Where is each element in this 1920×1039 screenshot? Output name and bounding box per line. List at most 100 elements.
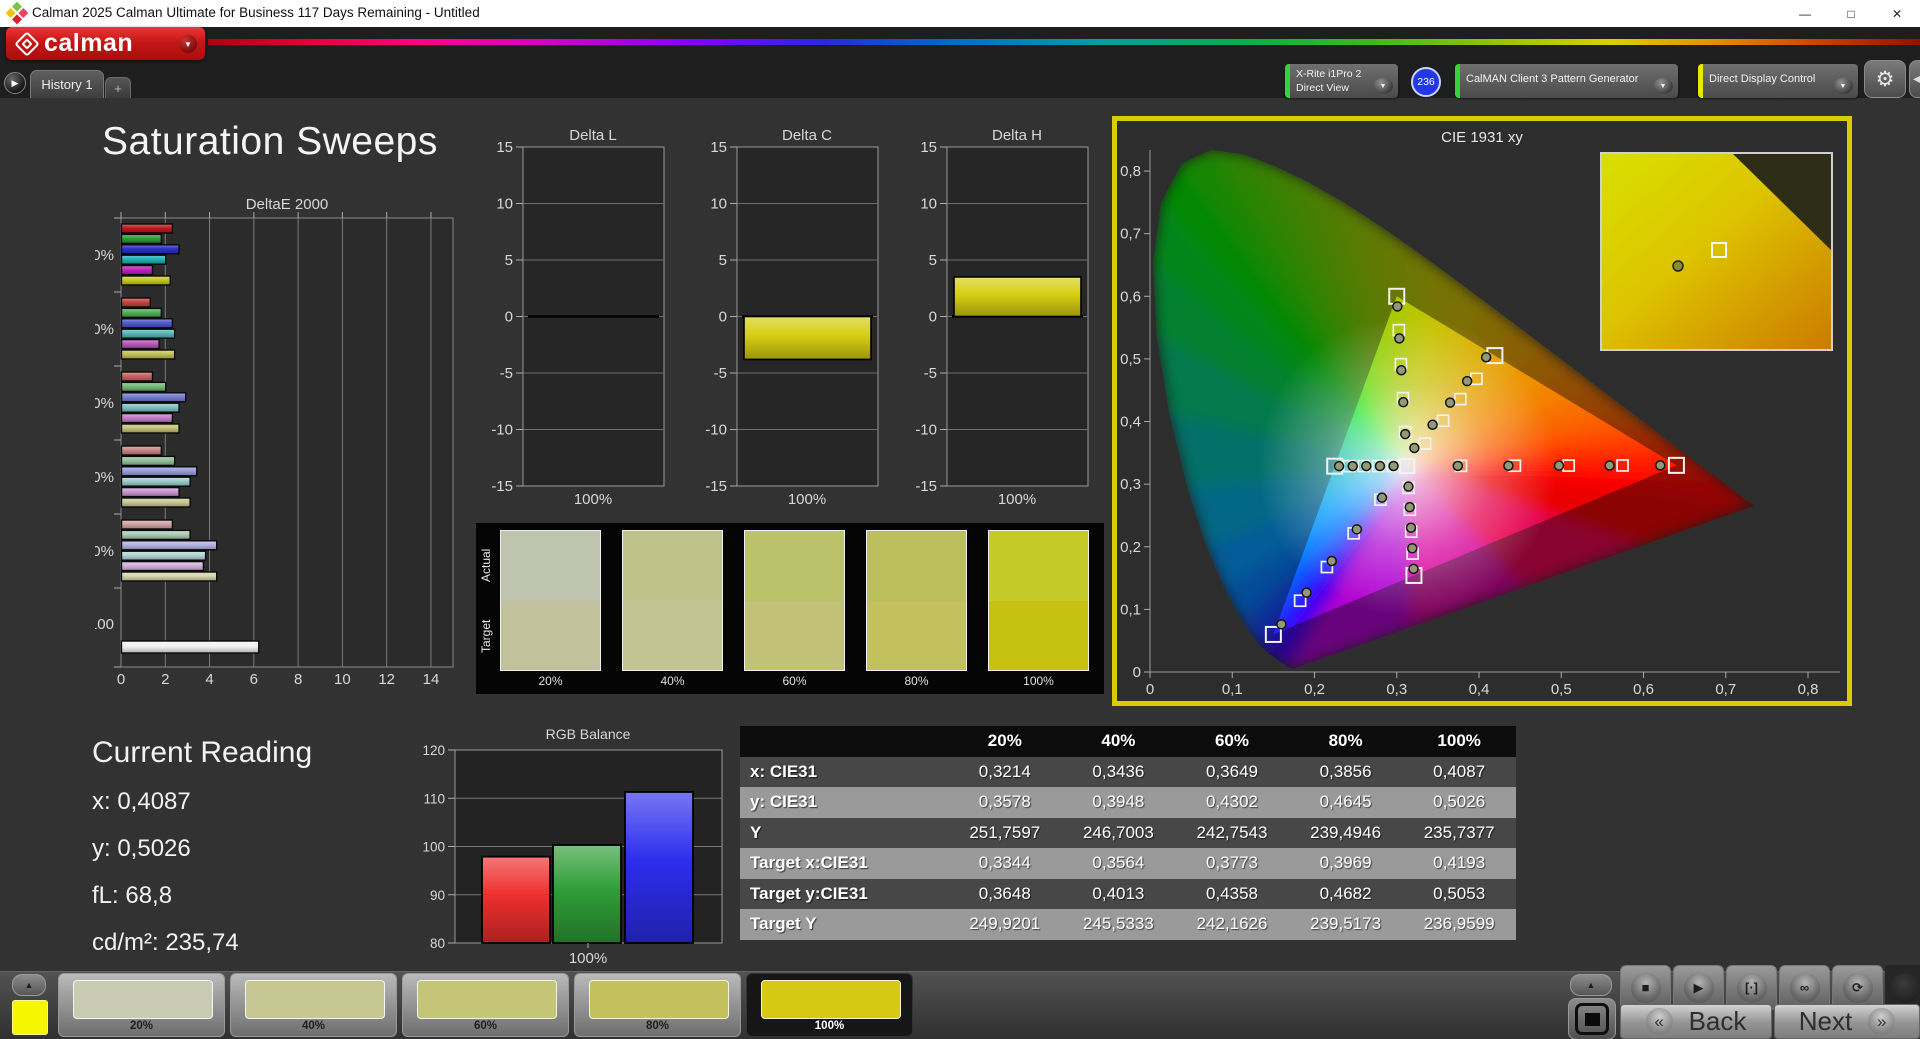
delta-l-chart: Delta L151050-5-10-15100% bbox=[490, 125, 675, 510]
svg-text:0,1: 0,1 bbox=[1222, 681, 1243, 698]
tab-scroll-button[interactable]: ▶ bbox=[4, 72, 26, 94]
svg-text:-10: -10 bbox=[915, 422, 937, 439]
meter-dropdown[interactable]: X-Rite i1Pro 2 Direct View ▼ bbox=[1285, 64, 1398, 98]
active-pattern-swatch[interactable] bbox=[12, 1000, 48, 1035]
svg-text:0,7: 0,7 bbox=[1715, 681, 1736, 698]
svg-text:0,1: 0,1 bbox=[1120, 601, 1141, 618]
patch-80-label: 80% bbox=[866, 674, 967, 688]
patch-20-label: 20% bbox=[500, 674, 601, 688]
stop-icon: ■ bbox=[1631, 973, 1661, 1003]
svg-text:0: 0 bbox=[1133, 664, 1141, 681]
svg-text:0,6: 0,6 bbox=[1633, 681, 1654, 698]
svg-text:0: 0 bbox=[117, 671, 125, 688]
minimize-button[interactable]: — bbox=[1782, 0, 1828, 27]
svg-text:0,7: 0,7 bbox=[1120, 226, 1141, 243]
table-row: y: CIE31 0,3578 0,3948 0,4302 0,4645 0,5… bbox=[740, 787, 1516, 818]
current-reading-block: Current Reading x: 0,4087 y: 0,5026 fL: … bbox=[92, 736, 312, 976]
calman-window: Calman 2025 Calman Ultimate for Business… bbox=[0, 0, 1920, 1039]
svg-text:100: 100 bbox=[95, 616, 114, 633]
col-header-40: 40% bbox=[1062, 731, 1176, 751]
display-control-dropdown[interactable]: Direct Display Control ▼ bbox=[1698, 64, 1858, 98]
maximize-button[interactable]: □ bbox=[1828, 0, 1874, 27]
tab-history-1[interactable]: History 1 bbox=[30, 70, 104, 98]
expand-left-panel-button[interactable]: ▲ bbox=[12, 974, 46, 996]
svg-text:Delta L: Delta L bbox=[569, 127, 617, 144]
reading-cdm2: cd/m²: 235,74 bbox=[92, 929, 312, 957]
svg-text:-5: -5 bbox=[500, 365, 513, 382]
gear-icon: ⚙ bbox=[1876, 67, 1895, 92]
pattern-swatch-60[interactable]: 60% bbox=[402, 973, 569, 1037]
page-title: Saturation Sweeps bbox=[102, 120, 438, 164]
svg-text:0,5: 0,5 bbox=[1551, 681, 1572, 698]
patch-60 bbox=[744, 530, 845, 671]
patch-20-target bbox=[501, 601, 600, 671]
add-tab-button[interactable]: + bbox=[105, 77, 131, 98]
infinity-icon: ∞ bbox=[1790, 973, 1820, 1003]
cie-1931-chart-panel[interactable]: CIE 1931 xy00,10,10,20,20,30,30,40,40,50… bbox=[1112, 116, 1852, 706]
svg-text:-15: -15 bbox=[705, 478, 727, 495]
calman-logo-icon bbox=[14, 31, 39, 56]
svg-text:5: 5 bbox=[505, 252, 513, 269]
meter-reading-badge[interactable]: 236 bbox=[1411, 67, 1441, 97]
table-header-row: 20% 40% 60% 80% 100% bbox=[740, 726, 1516, 757]
svg-text:10: 10 bbox=[710, 196, 727, 213]
settings-button[interactable]: ⚙ bbox=[1864, 60, 1906, 98]
pattern-swatch-40[interactable]: 40% bbox=[230, 973, 397, 1037]
svg-text:60%: 60% bbox=[95, 395, 114, 412]
pattern-generator-dropdown[interactable]: CalMAN Client 3 Pattern Generator ▼ bbox=[1455, 64, 1678, 98]
actual-target-patch-strip: Actual Target 20% 40% 60% 80% 100% bbox=[476, 523, 1104, 694]
col-header-20: 20% bbox=[948, 731, 1062, 751]
svg-text:100%: 100% bbox=[788, 491, 826, 508]
pattern-swatch-20[interactable]: 20% bbox=[58, 973, 225, 1037]
close-button[interactable]: ✕ bbox=[1874, 0, 1920, 27]
app-icon bbox=[6, 2, 29, 25]
pattern-window-icon bbox=[1575, 1003, 1609, 1035]
svg-text:0,8: 0,8 bbox=[1120, 163, 1141, 180]
svg-text:-15: -15 bbox=[915, 478, 937, 495]
svg-text:12: 12 bbox=[378, 671, 395, 688]
pattern-size-icon: [·] bbox=[1737, 973, 1767, 1003]
collapse-panel-button[interactable]: ◀ bbox=[1909, 60, 1920, 98]
svg-text:-10: -10 bbox=[491, 422, 513, 439]
table-row: Target x:CIE31 0,3344 0,3564 0,3773 0,39… bbox=[740, 848, 1516, 879]
svg-text:-5: -5 bbox=[924, 365, 937, 382]
reading-y: y: 0,5026 bbox=[92, 835, 312, 863]
svg-text:110: 110 bbox=[423, 791, 445, 806]
patch-60-actual bbox=[745, 531, 844, 601]
expand-right-panel-button[interactable]: ▲ bbox=[1570, 974, 1612, 996]
patch-80-target bbox=[867, 601, 966, 671]
patch-20 bbox=[500, 530, 601, 671]
svg-text:0: 0 bbox=[929, 309, 937, 326]
meter-status-stripe bbox=[1285, 64, 1290, 98]
svg-text:0,3: 0,3 bbox=[1120, 476, 1141, 493]
title-bar: Calman 2025 Calman Ultimate for Business… bbox=[0, 0, 1920, 27]
window-title: Calman 2025 Calman Ultimate for Business… bbox=[32, 5, 480, 20]
svg-text:2: 2 bbox=[161, 671, 169, 688]
svg-text:0,2: 0,2 bbox=[1304, 681, 1325, 698]
pattern-window-button[interactable] bbox=[1568, 998, 1616, 1039]
calman-menu-button[interactable]: calman ▼ bbox=[6, 27, 205, 60]
chevron-down-icon: ▼ bbox=[1373, 78, 1393, 94]
svg-text:0,8: 0,8 bbox=[1798, 681, 1819, 698]
refresh-icon: ⟳ bbox=[1843, 973, 1873, 1003]
pattern-swatch-80[interactable]: 80% bbox=[574, 973, 741, 1037]
next-button[interactable]: Next » bbox=[1774, 1004, 1920, 1039]
delta-h-chart: Delta H151050-5-10-15100% bbox=[914, 125, 1099, 510]
svg-text:15: 15 bbox=[920, 139, 937, 156]
svg-text:0,4: 0,4 bbox=[1120, 414, 1141, 431]
svg-text:80%: 80% bbox=[95, 321, 114, 338]
swatch-color bbox=[589, 980, 729, 1019]
patch-60-target bbox=[745, 601, 844, 671]
delta-c-chart: Delta C151050-5-10-15100% bbox=[704, 125, 889, 510]
pattern-swatch-100-selected[interactable]: 100% bbox=[746, 973, 913, 1037]
svg-text:15: 15 bbox=[710, 139, 727, 156]
pattern-generator-status-stripe bbox=[1455, 64, 1460, 98]
back-button[interactable]: « Back bbox=[1620, 1004, 1772, 1039]
patch-40-label: 40% bbox=[622, 674, 723, 688]
reading-fl: fL: 68,8 bbox=[92, 882, 312, 910]
patch-60-label: 60% bbox=[744, 674, 845, 688]
svg-text:DeltaE 2000: DeltaE 2000 bbox=[246, 196, 329, 213]
actual-row-label: Actual bbox=[479, 530, 499, 601]
svg-text:20%: 20% bbox=[95, 543, 114, 560]
chevrons-left-icon: « bbox=[1646, 1008, 1673, 1035]
